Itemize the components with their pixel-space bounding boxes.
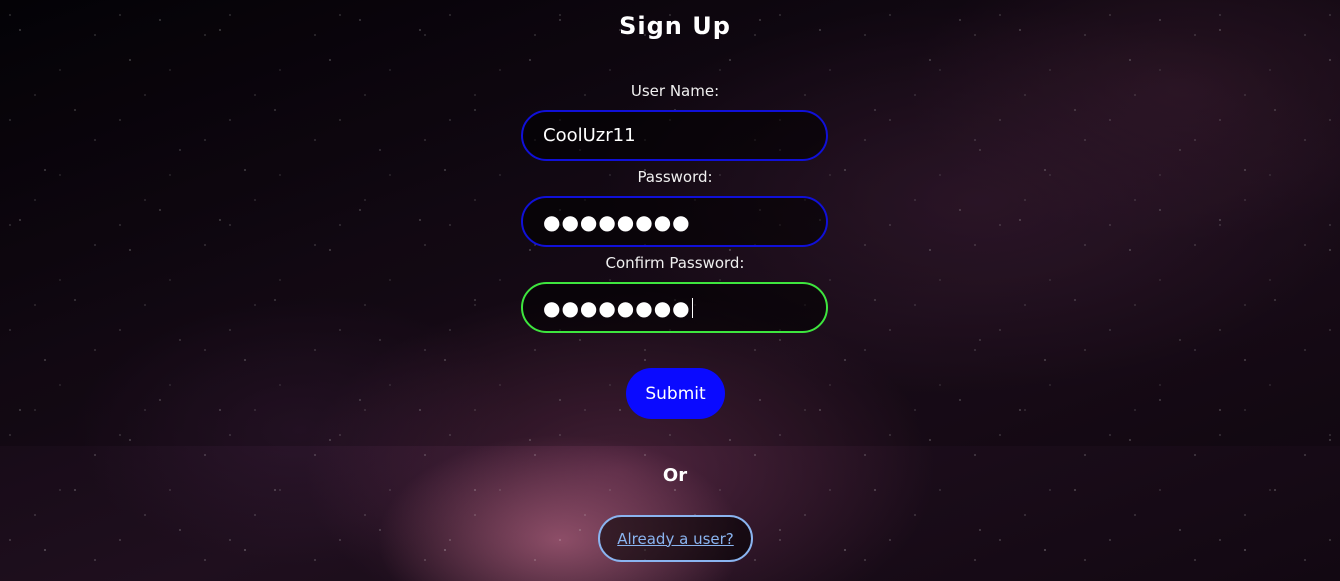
username-input[interactable]: CoolUzr11	[521, 110, 828, 161]
password-input[interactable]: ●●●●●●●●	[521, 196, 828, 247]
text-cursor	[691, 297, 693, 318]
or-divider: Or	[662, 465, 688, 486]
password-label: Password:	[637, 168, 713, 186]
username-value: CoolUzr11	[543, 125, 636, 146]
signup-container: Sign Up User Name: CoolUzr11 Password: ●…	[0, 0, 1340, 581]
password-value: ●●●●●●●●	[543, 209, 691, 234]
page-title: Sign Up	[619, 12, 731, 40]
confirm-password-value: ●●●●●●●●	[543, 295, 691, 320]
submit-button[interactable]: Submit	[626, 368, 725, 419]
already-a-user-link[interactable]: Already a user?	[598, 515, 753, 562]
confirm-password-label: Confirm Password:	[605, 254, 745, 272]
confirm-password-input[interactable]: ●●●●●●●●	[521, 282, 828, 333]
username-label: User Name:	[630, 82, 720, 100]
